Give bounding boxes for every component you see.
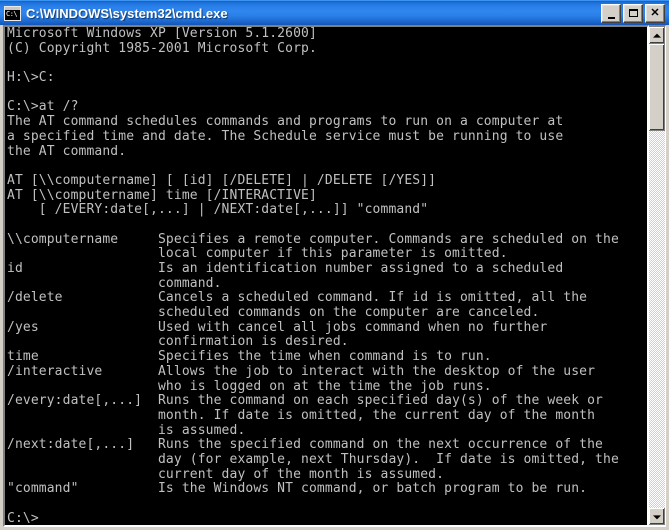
vertical-scrollbar[interactable] bbox=[649, 25, 666, 527]
cmd-console-icon: C:\ bbox=[4, 5, 21, 21]
console-line: who is logged on at the time the job run… bbox=[7, 378, 492, 394]
console-line: \\computername Specifies a remote comput… bbox=[7, 231, 619, 247]
console-line: H:\>C: bbox=[7, 70, 55, 86]
window-controls: ✕ bbox=[601, 3, 665, 23]
console-line: /delete Cancels a scheduled command. If … bbox=[7, 290, 588, 306]
cmd-window: C:\ C:\WINDOWS\system32\cmd.exe ✕ Micros… bbox=[0, 0, 669, 530]
console-line: "command" Is the Windows NT command, or … bbox=[7, 481, 588, 497]
console-line: [ /EVERY:date[,...] | /NEXT:date[,...]] … bbox=[7, 202, 429, 218]
window-frame: Microsoft Windows XP [Version 5.1.2600](… bbox=[0, 25, 669, 530]
console-line: /yes Used with cancel all jobs command w… bbox=[7, 319, 548, 335]
console-line: AT [\\computername] time [/INTERACTIVE] bbox=[7, 187, 317, 203]
console-line: /every:date[,...] Runs the command on ea… bbox=[7, 393, 603, 409]
scroll-down-button[interactable] bbox=[649, 508, 665, 525]
console-line: command. bbox=[7, 275, 222, 291]
window-titlebar[interactable]: C:\ C:\WINDOWS\system32\cmd.exe ✕ bbox=[0, 0, 669, 25]
console-line: day (for example, next Thursday). If dat… bbox=[7, 451, 619, 467]
console-line: /interactive Allows the job to interact … bbox=[7, 363, 596, 379]
console-line: current day of the month is assumed. bbox=[7, 466, 445, 482]
close-icon: ✕ bbox=[650, 6, 660, 19]
console-output: Microsoft Windows XP [Version 5.1.2600](… bbox=[7, 26, 619, 526]
console-line: Microsoft Windows XP [Version 5.1.2600] bbox=[7, 26, 317, 41]
maximize-button[interactable] bbox=[623, 3, 643, 23]
console-client-area[interactable]: Microsoft Windows XP [Version 5.1.2600](… bbox=[3, 25, 649, 527]
scrollbar-thumb[interactable] bbox=[649, 44, 665, 131]
console-line: is assumed. bbox=[7, 422, 246, 438]
console-line: the AT command. bbox=[7, 143, 127, 159]
maximize-icon bbox=[624, 5, 642, 22]
scroll-up-button[interactable] bbox=[649, 27, 665, 44]
console-line: C:\>at /? bbox=[7, 99, 79, 115]
console-line: /next:date[,...] Runs the specified comm… bbox=[7, 437, 603, 453]
console-line: month. If date is omitted, the current d… bbox=[7, 407, 596, 423]
minimize-icon bbox=[602, 5, 620, 22]
console-line: id Is an identification number assigned … bbox=[7, 261, 564, 276]
console-line: (C) Copyright 1985-2001 Microsoft Corp. bbox=[7, 40, 317, 56]
console-line: scheduled commands on the computer are c… bbox=[7, 305, 540, 321]
arrow-down-icon bbox=[653, 514, 661, 519]
console-line: confirmation is desired. bbox=[7, 334, 349, 350]
console-line: C:\> bbox=[7, 510, 39, 526]
window-title: C:\WINDOWS\system32\cmd.exe bbox=[26, 5, 228, 21]
console-line: AT [\\computername] [ [id] [/DELETE] | /… bbox=[7, 172, 437, 188]
close-button[interactable]: ✕ bbox=[645, 3, 665, 23]
icon-prompt-text: C:\ bbox=[6, 9, 18, 18]
console-line: a specified time and date. The Schedule … bbox=[7, 128, 564, 144]
console-line: time Specifies the time when command is … bbox=[7, 349, 492, 365]
scrollbar-track[interactable] bbox=[649, 44, 665, 508]
console-line: The AT command schedules commands and pr… bbox=[7, 114, 564, 130]
minimize-button[interactable] bbox=[601, 3, 621, 23]
arrow-up-icon bbox=[653, 33, 661, 38]
console-line: local computer if this parameter is omit… bbox=[7, 246, 508, 262]
